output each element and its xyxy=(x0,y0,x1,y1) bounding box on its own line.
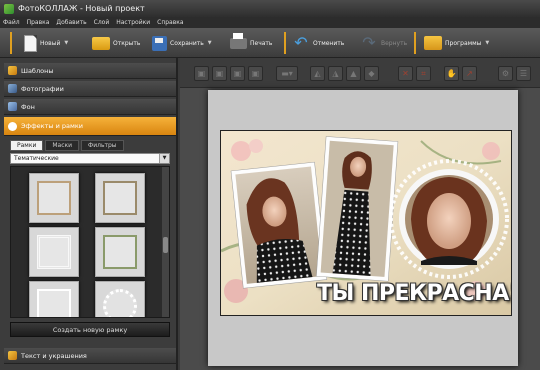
menu-edit[interactable]: Правка xyxy=(27,19,50,26)
floppy-disk-icon xyxy=(152,35,167,51)
redo-label: Вернуть xyxy=(381,39,408,47)
flip-horizontal-icon[interactable]: ▲ xyxy=(346,66,361,81)
section-background-label: Фон xyxy=(21,102,35,111)
send-backward-icon[interactable]: ▣ xyxy=(230,66,245,81)
menu-layer[interactable]: Слой xyxy=(94,19,110,26)
gallery-scrollbar[interactable] xyxy=(162,167,169,317)
open-label: Открыть xyxy=(113,39,141,47)
open-button[interactable]: Открыть xyxy=(92,32,140,54)
edit-toolbar: ▣ ▣ ▣ ▣ ▬▾ ◭ ◮ ▲ ◆ ✕ ⌗ ✋ ↗ ⚙ ☰ xyxy=(180,58,540,88)
frames-gallery xyxy=(10,166,170,318)
frames-tabs: Рамки Маски Фильтры xyxy=(10,140,170,151)
collage-image[interactable]: ТЫ ПРЕКРАСНА! xyxy=(220,130,512,316)
programs-box-icon xyxy=(424,36,442,50)
frame-preview xyxy=(37,235,71,269)
crop-icon[interactable]: ⌗ xyxy=(416,66,431,81)
undo-arrow-icon: ↶ xyxy=(294,33,308,52)
menu-add[interactable]: Добавить xyxy=(56,19,86,26)
frame-thumbnail[interactable] xyxy=(29,281,79,317)
photos-icon xyxy=(8,84,17,93)
frame-thumbnail[interactable] xyxy=(95,227,145,277)
text-icon xyxy=(8,351,17,360)
section-effects-label: Эффекты и рамки xyxy=(21,122,84,130)
section-templates-label: Шаблоны xyxy=(21,66,54,75)
settings-list-icon[interactable]: ☰ xyxy=(516,66,531,81)
tab-frames[interactable]: Рамки xyxy=(10,140,44,151)
category-select[interactable]: Тематические ▼ xyxy=(10,153,170,164)
toolbar-separator xyxy=(10,32,12,54)
section-text[interactable]: Текст и украшения xyxy=(4,348,176,364)
gear-icon[interactable]: ⚙ xyxy=(498,66,513,81)
hand-icon[interactable]: ✋ xyxy=(444,66,459,81)
menu-settings[interactable]: Настройки xyxy=(116,19,150,26)
section-background[interactable]: Фон xyxy=(4,99,176,115)
folder-icon xyxy=(92,36,110,50)
programs-button[interactable]: Программы ▼ xyxy=(424,32,489,54)
scrollbar-thumb[interactable] xyxy=(163,237,168,253)
chevron-down-icon[interactable]: ▼ xyxy=(159,154,169,163)
pointer-icon[interactable]: ↗ xyxy=(462,66,477,81)
menu-help[interactable]: Справка xyxy=(157,19,183,26)
create-frame-button[interactable]: Создать новую рамку xyxy=(10,322,170,337)
save-button[interactable]: Сохранить ▼ xyxy=(152,32,212,54)
category-select-value: Тематические xyxy=(14,155,59,162)
chevron-down-icon[interactable]: ▼ xyxy=(64,40,68,46)
undo-label: Отменить xyxy=(313,39,345,47)
undo-button[interactable]: ↶ Отменить xyxy=(292,32,344,54)
frame-preview xyxy=(103,235,137,269)
frame-thumbnail[interactable] xyxy=(29,173,79,223)
section-text-label: Текст и украшения xyxy=(21,351,87,360)
chevron-down-icon[interactable]: ▼ xyxy=(485,40,489,46)
toolbar-separator xyxy=(414,32,416,54)
new-label: Новый xyxy=(40,39,61,47)
canvas-area[interactable]: ТЫ ПРЕКРАСНА! xyxy=(180,88,540,370)
title-bar: ФотоКОЛЛАЖ - Новый проект xyxy=(0,0,540,17)
menu-file[interactable]: Файл xyxy=(3,19,20,26)
frame-preview xyxy=(103,289,137,317)
tab-filters[interactable]: Фильтры xyxy=(81,140,124,151)
redo-arrow-icon: ↷ xyxy=(362,33,376,52)
bring-forward-icon[interactable]: ▣ xyxy=(212,66,227,81)
app-icon xyxy=(4,3,14,14)
frame-thumbnail[interactable] xyxy=(95,281,145,317)
save-label: Сохранить xyxy=(170,39,204,47)
star-icon xyxy=(8,66,17,75)
tab-masks[interactable]: Маски xyxy=(45,140,80,151)
frame-thumbnail[interactable] xyxy=(29,227,79,277)
window-title: ФотоКОЛЛАЖ - Новый проект xyxy=(18,4,145,13)
main-toolbar: Новый ▼ Открыть Сохранить ▼ Печать ↶ Отм… xyxy=(0,28,540,58)
new-document-icon xyxy=(24,34,37,52)
bring-to-front-icon[interactable]: ▣ xyxy=(194,66,209,81)
frame-preview xyxy=(37,181,71,215)
section-photos[interactable]: Фотографии xyxy=(4,81,176,97)
section-photos-label: Фотографии xyxy=(21,84,64,93)
programs-label: Программы xyxy=(445,39,482,47)
frame-preview xyxy=(37,289,71,317)
align-dropdown-icon[interactable]: ▬▾ xyxy=(276,66,298,81)
rotate-right-icon[interactable]: ◮ xyxy=(328,66,343,81)
flip-vertical-icon[interactable]: ◆ xyxy=(364,66,379,81)
menu-bar: Файл Правка Добавить Слой Настройки Спра… xyxy=(0,17,540,28)
print-label: Печать xyxy=(250,39,273,47)
chevron-down-icon[interactable]: ▼ xyxy=(208,40,212,46)
print-button[interactable]: Печать xyxy=(230,32,272,54)
frame-thumbnail[interactable] xyxy=(95,173,145,223)
send-to-back-icon[interactable]: ▣ xyxy=(248,66,263,81)
frame-preview xyxy=(103,181,137,215)
collage-slogan: ТЫ ПРЕКРАСНА! xyxy=(317,281,512,306)
palette-icon xyxy=(8,121,17,131)
redo-button[interactable]: ↷ Вернуть xyxy=(360,32,407,54)
printer-icon xyxy=(230,32,247,49)
section-effects[interactable]: Эффекты и рамки xyxy=(4,117,176,136)
background-icon xyxy=(8,102,17,111)
new-button[interactable]: Новый ▼ xyxy=(24,32,68,54)
delete-icon[interactable]: ✕ xyxy=(398,66,413,81)
section-templates[interactable]: Шаблоны xyxy=(4,63,176,79)
rotate-left-icon[interactable]: ◭ xyxy=(310,66,325,81)
toolbar-separator xyxy=(284,32,286,54)
